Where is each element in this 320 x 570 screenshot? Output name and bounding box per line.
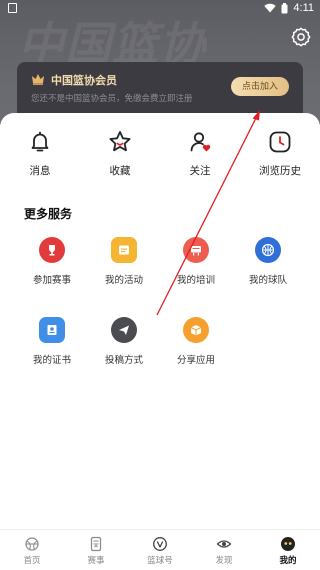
profile-face-icon [281,537,295,551]
certificate-icon [39,317,65,343]
basketball-outline-icon [25,537,39,551]
nav-home[interactable]: 首页 [0,530,64,570]
clock-icon [269,131,291,153]
service-label: 我的证书 [32,355,71,366]
membership-title: 中国篮协会员 [51,75,117,87]
bell-icon [31,131,49,152]
send-icon [111,317,137,343]
membership-card[interactable]: 中国篮协会员 您还不是中国篮协会员，免缴会费立即注册 点击加入 [17,62,303,120]
service-label: 分享应用 [176,355,215,366]
quick-label: 消息 [29,165,51,177]
quick-label: 浏览历史 [259,165,301,177]
service-label: 我的活动 [104,275,143,286]
nav-label: 发现 [215,555,233,565]
star-icon [109,131,131,152]
scoreboard-icon [90,536,102,552]
service-my-training[interactable]: 我的培训 [160,237,232,317]
bottom-nav: 首页 赛事 篮球号 发现 我的 [0,529,320,570]
basketball-icon [255,237,281,263]
wifi-icon [264,3,277,13]
service-my-activities[interactable]: 我的活动 [88,237,160,317]
service-submission[interactable]: 投稿方式 [88,317,160,397]
nav-basketball-account[interactable]: 篮球号 [128,530,192,570]
nav-mine[interactable]: 我的 [256,530,320,570]
activity-icon [111,237,137,263]
services-title: 更多服务 [24,207,73,221]
service-my-team[interactable]: 我的球队 [232,237,304,317]
user-heart-icon [190,132,211,152]
service-my-certificate[interactable]: 我的证书 [16,317,88,397]
nav-label: 首页 [23,555,41,565]
nav-events[interactable]: 赛事 [64,530,128,570]
quick-actions: 消息 收藏 关注 浏览历史 [0,129,320,178]
quick-label: 关注 [189,165,211,177]
services-grid: 参加赛事 我的活动 我的培训 我的球队 我的证书 投稿方式 分享应用 [0,237,320,397]
nav-label: 赛事 [87,555,105,565]
membership-subtitle: 您还不是中国篮协会员，免缴会费立即注册 [31,93,193,103]
nav-discover[interactable]: 发现 [192,530,256,570]
quick-item-messages[interactable]: 消息 [0,129,80,178]
training-icon [183,237,209,263]
profile-content: 消息 收藏 关注 浏览历史 更多服务 参加赛事 我的活动 我的培训 我的球队 我… [0,113,320,529]
quick-item-favorites[interactable]: 收藏 [80,129,160,178]
nav-label: 我的 [279,555,297,565]
eye-icon [216,540,232,548]
status-time: 4:11 [293,2,314,14]
notification-icon [8,3,17,13]
gear-icon [291,27,311,47]
quick-item-history[interactable]: 浏览历史 [240,129,320,178]
trophy-icon [39,237,65,263]
quick-item-follow[interactable]: 关注 [160,129,240,178]
battery-icon [281,2,288,13]
service-label: 我的球队 [248,275,287,286]
service-label: 我的培训 [176,275,215,286]
v-circle-icon [153,537,167,551]
service-label: 参加赛事 [32,275,71,286]
settings-button[interactable] [290,26,312,48]
join-button[interactable]: 点击加入 [231,77,289,96]
service-label: 投稿方式 [104,355,143,366]
status-bar: 4:11 [0,0,320,18]
crown-icon [32,74,44,85]
quick-label: 收藏 [109,165,131,177]
service-join-event[interactable]: 参加赛事 [16,237,88,317]
service-share-app[interactable]: 分享应用 [160,317,232,397]
nav-label: 篮球号 [147,555,173,565]
box-icon [183,317,209,343]
